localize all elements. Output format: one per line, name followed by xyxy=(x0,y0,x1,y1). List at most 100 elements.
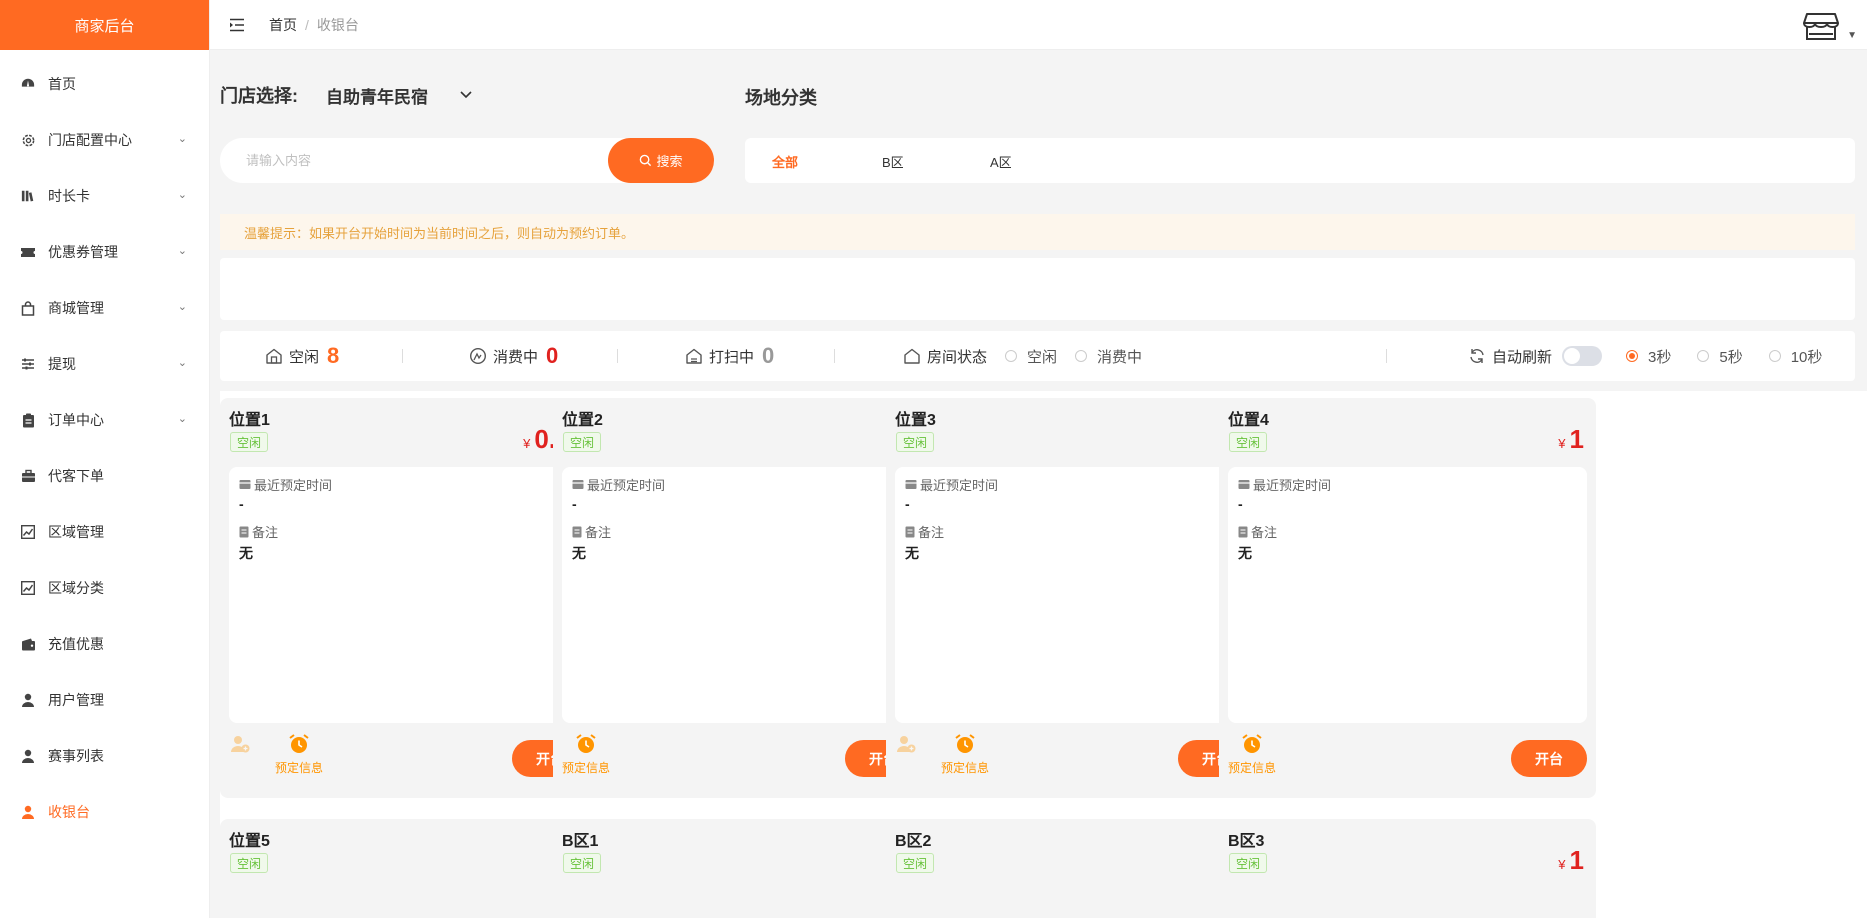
room-price: ¥1 xyxy=(1558,424,1584,455)
room-name: B区3 xyxy=(1228,833,1265,850)
store-selector-label: 门店选择: xyxy=(220,86,298,106)
tab-b-zone[interactable]: B区 xyxy=(882,152,904,171)
divider xyxy=(402,349,403,363)
books-icon xyxy=(20,188,36,204)
auto-refresh-label: 自动刷新 xyxy=(1492,348,1553,366)
status-bar: 空闲 8 消费中 0 打扫中 0 房间状态 空闲 消费中 自动刷新 3秒 5秒 xyxy=(220,331,1855,381)
note-label: 备注 xyxy=(1238,522,1577,541)
radio-label: 3秒 xyxy=(1648,348,1672,366)
sidebar-item-coupons[interactable]: 优惠券管理 ⌄ xyxy=(0,224,209,280)
divider xyxy=(617,349,618,363)
room-card: 位置3 空闲 ¥1 最近预定时间 - 备注 无 预定信息 开台 xyxy=(886,398,1263,798)
blank-panel xyxy=(220,258,1855,320)
search-input[interactable] xyxy=(220,153,590,168)
room-status-radio-consuming[interactable]: 消费中 xyxy=(1075,346,1142,367)
sidebar-item-home[interactable]: 首页 xyxy=(0,56,209,112)
person-action-label xyxy=(238,759,241,773)
sidebar-item-label: 用户管理 xyxy=(48,692,104,708)
store-select[interactable]: 自助青年民宿 xyxy=(326,83,472,108)
last-booking-label: 最近预定时间 xyxy=(572,475,911,494)
label-text: 备注 xyxy=(1251,525,1278,540)
room-cards: 位置1 空闲 ¥0.01 最近预定时间 - 备注 无 预定信息 开台 xyxy=(220,391,1867,918)
sidebar-item-recharge[interactable]: 充值优惠 xyxy=(0,616,209,672)
note-icon xyxy=(1238,526,1248,537)
status-badge: 空闲 xyxy=(230,853,269,873)
user-icon xyxy=(20,748,36,764)
refresh-icon xyxy=(1470,349,1484,363)
stat-cleaning-label: 打扫中 xyxy=(709,348,755,366)
card-icon xyxy=(572,480,584,489)
alarm-clock-icon xyxy=(289,734,309,753)
clipboard-icon xyxy=(20,412,36,428)
search-button[interactable]: 搜索 xyxy=(608,138,714,183)
breadcrumb-home[interactable]: 首页 xyxy=(269,15,297,35)
menu-fold-icon[interactable] xyxy=(227,15,247,35)
breadcrumb-separator: / xyxy=(305,16,309,33)
room-details: 最近预定时间 - 备注 无 xyxy=(895,467,1254,723)
last-booking-label: 最近预定时间 xyxy=(1238,475,1577,494)
radio-dot xyxy=(1697,350,1710,362)
chevron-down-icon: ⌄ xyxy=(177,189,187,202)
tab-a-zone[interactable]: A区 xyxy=(990,152,1012,171)
sidebar-item-orders[interactable]: 订单中心 ⌄ xyxy=(0,392,209,448)
room-name: B区2 xyxy=(895,833,932,850)
card-icon xyxy=(905,480,917,489)
briefcase-icon xyxy=(20,468,36,484)
main-content: 门店选择: 自助青年民宿 场地分类 搜索 全部 B区 A区 温馨提示：如果开台开… xyxy=(210,50,1867,918)
room-status-radio-idle[interactable]: 空闲 xyxy=(1005,346,1057,367)
chevron-down-icon: ⌄ xyxy=(177,301,187,314)
label-text: 最近预定时间 xyxy=(254,478,333,493)
booking-info-action[interactable]: 预定信息 xyxy=(941,733,989,776)
sidebar-item-label: 时长卡 xyxy=(48,188,90,204)
status-badge: 空闲 xyxy=(896,853,935,873)
avatar[interactable] xyxy=(1801,6,1841,46)
status-badge: 空闲 xyxy=(1229,432,1268,452)
label-text: 最近预定时间 xyxy=(920,478,999,493)
price-value: 1 xyxy=(1569,424,1584,454)
radio-label: 消费中 xyxy=(1097,348,1143,366)
sidebar-item-duration-card[interactable]: 时长卡 ⌄ xyxy=(0,168,209,224)
note-label: 备注 xyxy=(905,522,1244,541)
open-person-action[interactable] xyxy=(895,733,917,773)
booking-info-action[interactable]: 预定信息 xyxy=(1228,733,1276,776)
shopping-bag-icon xyxy=(20,300,36,316)
sidebar-item-mall[interactable]: 商城管理 ⌄ xyxy=(0,280,209,336)
sidebar-item-events[interactable]: 赛事列表 xyxy=(0,728,209,784)
caret-down-icon[interactable]: ▼ xyxy=(1847,30,1857,41)
refresh-interval-5s[interactable]: 5秒 xyxy=(1697,346,1743,367)
alarm-clock-icon xyxy=(576,734,596,753)
refresh-interval-10s[interactable]: 10秒 xyxy=(1768,346,1823,367)
room-name: 位置4 xyxy=(1228,412,1269,429)
booking-info-action[interactable]: 预定信息 xyxy=(562,733,610,776)
booking-info-action[interactable]: 预定信息 xyxy=(275,733,323,776)
label-text: 备注 xyxy=(585,525,612,540)
room-card-actions: 预定信息 开台 xyxy=(562,733,921,783)
booking-info-label: 预定信息 xyxy=(275,761,324,775)
room-name: 位置3 xyxy=(895,412,936,429)
refresh-interval-3s[interactable]: 3秒 xyxy=(1626,346,1671,367)
user-add-icon xyxy=(231,736,250,753)
status-badge: 空闲 xyxy=(896,432,935,452)
sidebar-item-proxy-order[interactable]: 代客下单 xyxy=(0,448,209,504)
search-button-label: 搜索 xyxy=(656,154,683,169)
note-label: 备注 xyxy=(572,522,911,541)
radio-label: 10秒 xyxy=(1790,348,1823,366)
room-card: B区2 空闲 ¥1 xyxy=(886,819,1263,918)
sidebar-item-cashier[interactable]: 收银台 xyxy=(0,784,209,840)
sidebar-item-users[interactable]: 用户管理 xyxy=(0,672,209,728)
room-price: ¥1 xyxy=(1558,845,1584,876)
tab-all[interactable]: 全部 xyxy=(772,152,798,171)
sidebar-item-withdraw[interactable]: 提现 ⌄ xyxy=(0,336,209,392)
note-label: 备注 xyxy=(239,522,578,541)
open-table-button[interactable]: 开台 xyxy=(1511,740,1587,777)
room-card-actions: 预定信息 开台 xyxy=(1228,733,1587,783)
wallet-icon xyxy=(20,636,36,652)
note-icon xyxy=(572,526,582,537)
open-person-action[interactable] xyxy=(229,733,251,773)
stat-consuming-label: 消费中 xyxy=(493,348,539,366)
sidebar-item-area-category[interactable]: 区域分类 xyxy=(0,560,209,616)
sidebar-item-store-config[interactable]: 门店配置中心 ⌄ xyxy=(0,112,209,168)
auto-refresh-toggle[interactable] xyxy=(1562,346,1603,366)
home-icon xyxy=(904,348,920,364)
sidebar-item-area-management[interactable]: 区域管理 xyxy=(0,504,209,560)
